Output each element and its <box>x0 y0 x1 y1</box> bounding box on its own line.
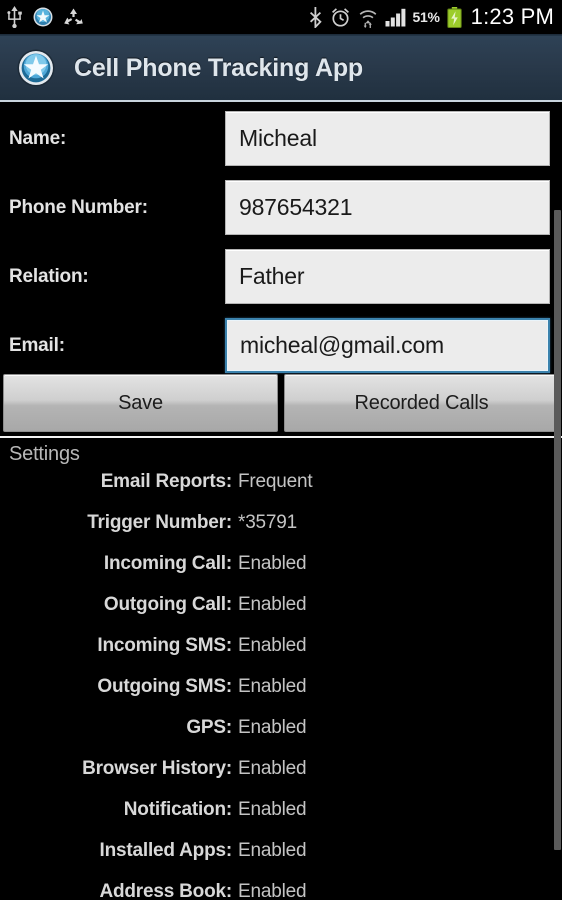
settings-section: Settings Email Reports: Frequent Trigger N… <box>0 440 562 900</box>
app-star-icon <box>33 7 53 27</box>
settings-row-label: Notification: <box>123 799 232 820</box>
settings-row[interactable]: Outgoing SMS: Enabled <box>0 676 562 717</box>
settings-row-value: Enabled <box>238 840 307 861</box>
name-label: Name: <box>9 127 67 149</box>
settings-row-label: Outgoing Call: <box>103 594 232 615</box>
contact-form: Name: Micheal Phone Number: 987654321 Re… <box>0 104 562 380</box>
settings-row[interactable]: Incoming Call: Enabled <box>0 553 562 594</box>
settings-row-label: Incoming SMS: <box>97 635 232 656</box>
usb-icon <box>7 6 22 28</box>
email-label: Email: <box>9 334 65 356</box>
settings-list: Email Reports: Frequent Trigger Number: *35… <box>0 471 562 900</box>
signal-icon <box>385 8 405 27</box>
settings-row-label: Browser History: <box>82 758 232 779</box>
recorded-calls-button[interactable]: Recorded Calls <box>284 374 559 432</box>
battery-charging-icon <box>446 6 462 28</box>
section-divider <box>0 436 562 438</box>
settings-row-value: Frequent <box>238 471 313 492</box>
app-star-icon <box>17 49 55 87</box>
settings-row-value: Enabled <box>238 799 307 820</box>
settings-row[interactable]: Trigger Number: *35791 <box>0 512 562 553</box>
status-bar-clock: 1:23 PM <box>470 4 554 29</box>
page-title: Cell Phone Tracking App <box>74 53 363 82</box>
email-input[interactable]: micheal@gmail.com <box>225 318 550 373</box>
status-bar: 51% 1:23 PM <box>0 0 562 34</box>
settings-row-label: Outgoing SMS: <box>97 676 232 697</box>
settings-row-value: Enabled <box>238 635 307 656</box>
settings-row-value: Enabled <box>238 758 307 779</box>
settings-row[interactable]: Incoming SMS: Enabled <box>0 635 562 676</box>
form-row-email: Email: micheal@gmail.com <box>0 311 562 380</box>
save-button[interactable]: Save <box>3 374 278 432</box>
settings-row-value: *35791 <box>238 512 298 533</box>
settings-row-label: Address Book: <box>99 881 232 900</box>
settings-row[interactable]: Browser History: Enabled <box>0 758 562 799</box>
settings-row-label: Incoming Call: <box>103 553 232 574</box>
settings-row[interactable]: Email Reports: Frequent <box>0 471 562 512</box>
settings-row[interactable]: Address Book: Enabled <box>0 881 562 900</box>
alarm-icon <box>331 7 349 27</box>
android-screen: 51% 1:23 PM Cell Phone Tracking App Name… <box>0 0 562 900</box>
settings-row[interactable]: Notification: Enabled <box>0 799 562 840</box>
settings-row-value: Enabled <box>238 881 307 900</box>
wifi-icon <box>359 9 376 28</box>
status-bar-right-icons: 51% 1:23 PM <box>308 6 554 28</box>
relation-input[interactable]: Father <box>225 249 550 304</box>
settings-row-label: Email Reports: <box>100 471 232 492</box>
name-input[interactable]: Micheal <box>225 111 550 166</box>
scrollbar-thumb[interactable] <box>554 210 561 850</box>
settings-row[interactable]: GPS: Enabled <box>0 717 562 758</box>
bluetooth-icon <box>309 7 322 28</box>
app-title-bar: Cell Phone Tracking App <box>0 36 562 102</box>
settings-row[interactable]: Outgoing Call: Enabled <box>0 594 562 635</box>
settings-heading: Settings <box>9 443 80 465</box>
form-row-phone-number: Phone Number: 987654321 <box>0 173 562 242</box>
settings-row-value: Enabled <box>238 553 307 574</box>
settings-row-label: Installed Apps: <box>99 840 233 861</box>
settings-row-value: Enabled <box>238 717 307 738</box>
settings-row-value: Enabled <box>238 594 307 615</box>
settings-row[interactable]: Installed Apps: Enabled <box>0 840 562 881</box>
form-row-relation: Relation: Father <box>0 242 562 311</box>
relation-label: Relation: <box>9 265 89 287</box>
phone-number-input[interactable]: 987654321 <box>225 180 550 235</box>
status-bar-left-icons <box>6 6 84 28</box>
settings-row-label: GPS: <box>186 717 232 738</box>
action-button-row: Save Recorded Calls <box>0 374 562 436</box>
battery-percent-label: 51% <box>412 9 440 25</box>
phone-number-label: Phone Number: <box>9 196 148 218</box>
settings-row-label: Trigger Number: <box>87 512 232 533</box>
settings-row-value: Enabled <box>238 676 307 697</box>
scrollbar[interactable] <box>553 104 562 900</box>
recycle-icon <box>64 8 83 24</box>
form-row-name: Name: Micheal <box>0 104 562 173</box>
